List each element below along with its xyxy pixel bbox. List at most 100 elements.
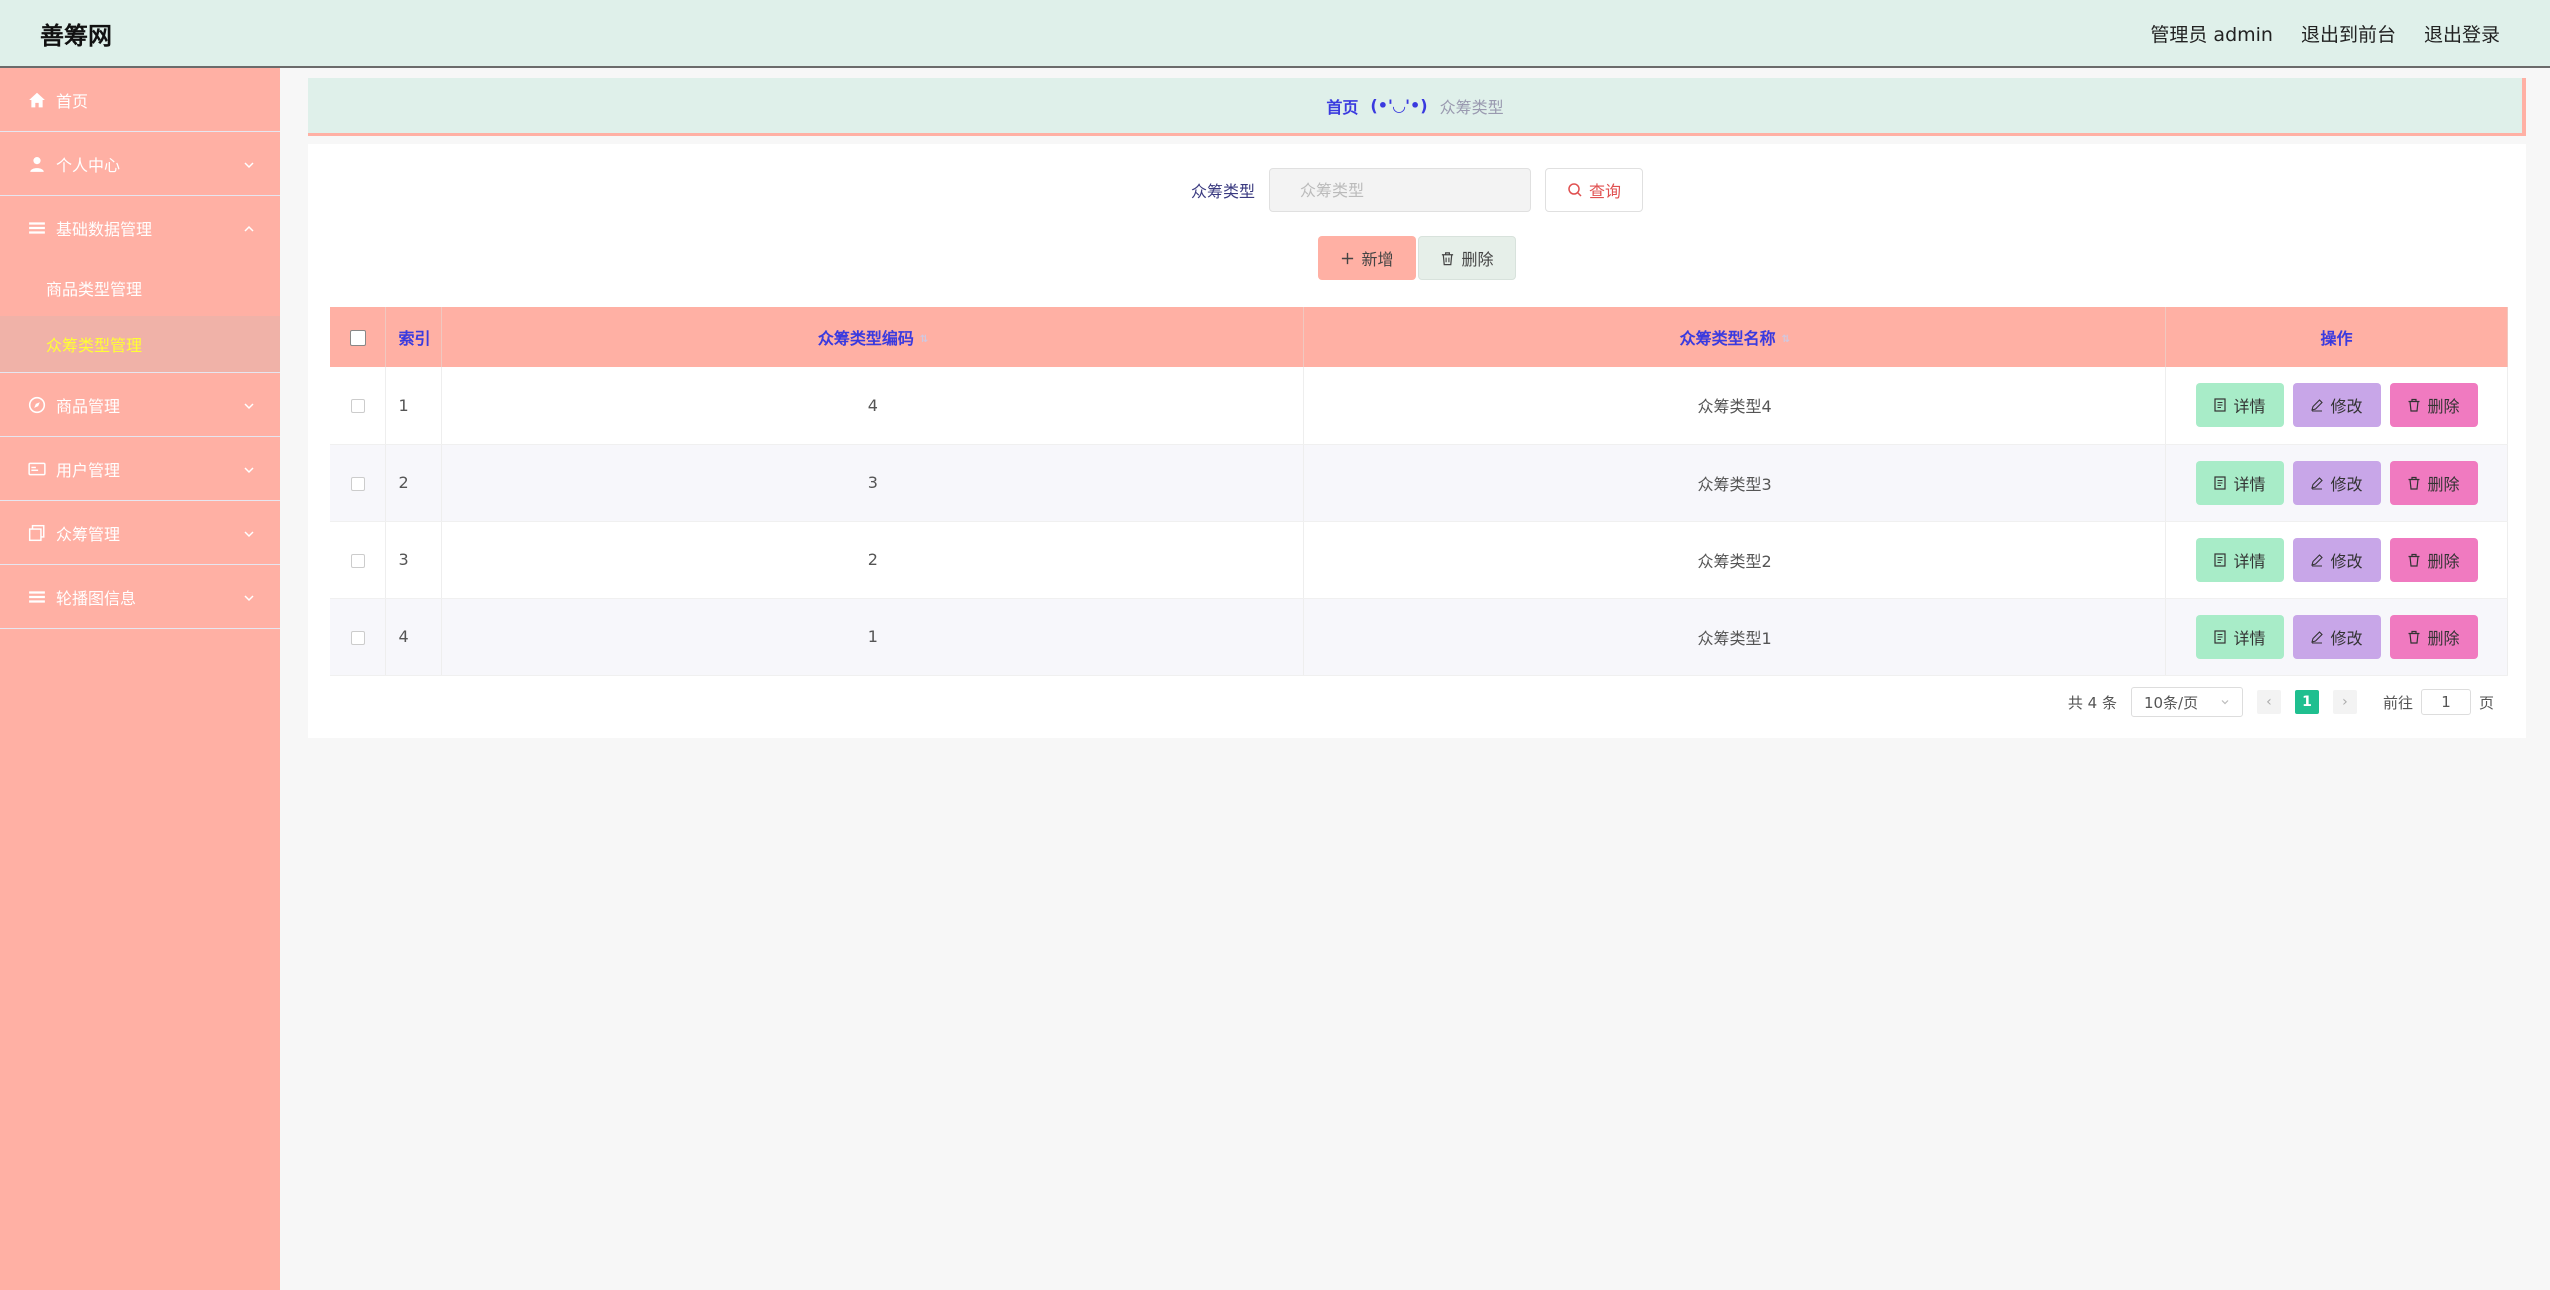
header-actions: 管理员 admin 退出到前台 退出登录 xyxy=(2150,20,2500,47)
edit-button[interactable]: 修改 xyxy=(2292,383,2381,428)
edit-label: 修改 xyxy=(2330,628,2363,648)
table-row: 1 4 众筹类型4 详情 修改 删除 xyxy=(330,367,2508,445)
row-name: 众筹类型2 xyxy=(1303,521,2166,599)
header-name[interactable]: 众筹类型名称 ⇅ xyxy=(1303,307,2166,367)
row-code: 3 xyxy=(441,444,1305,522)
breadcrumb-separator: (•'◡'•) xyxy=(1370,96,1428,115)
trash-icon xyxy=(2407,476,2421,490)
row-ops: 详情 修改 删除 xyxy=(2165,367,2508,445)
delete-button[interactable]: 删除 xyxy=(2389,383,2478,428)
chevron-down-icon xyxy=(242,157,256,171)
edit-button[interactable]: 修改 xyxy=(2292,460,2381,505)
action-row: 新增 删除 xyxy=(308,236,2526,280)
header-code[interactable]: 众筹类型编码 ⇅ xyxy=(441,307,1305,367)
page-size-select[interactable]: 10条/页 xyxy=(2130,687,2243,717)
add-button[interactable]: 新增 xyxy=(1318,236,1416,280)
row-checkbox[interactable] xyxy=(350,399,365,414)
search-icon xyxy=(1567,182,1583,198)
sidebar-item-carousel-info[interactable]: 轮播图信息 xyxy=(0,565,280,629)
row-checkbox[interactable] xyxy=(350,553,365,568)
table-row: 3 2 众筹类型2 详情 修改 删除 xyxy=(330,521,2508,599)
trash-icon xyxy=(2407,630,2421,644)
chevron-down-icon xyxy=(242,398,256,412)
trash-icon xyxy=(1440,251,1455,266)
goto-suffix: 页 xyxy=(2478,693,2494,712)
sort-icon[interactable]: ⇅ xyxy=(920,334,928,345)
sidebar-item-basic-data[interactable]: 基础数据管理 xyxy=(0,196,280,260)
document-icon xyxy=(2213,552,2227,567)
sidebar-item-label: 商品管理 xyxy=(56,396,121,416)
sidebar-item-home[interactable]: 首页 xyxy=(0,68,280,132)
sidebar-item-crowdfunding-management[interactable]: 众筹管理 xyxy=(0,501,280,565)
sidebar-item-label: 众筹管理 xyxy=(56,524,121,544)
document-icon xyxy=(2213,629,2227,644)
row-index: 2 xyxy=(385,444,443,522)
page-number-current[interactable]: 1 xyxy=(2294,690,2319,714)
brand-title: 善筹网 xyxy=(40,21,112,50)
row-ops: 详情 修改 删除 xyxy=(2165,598,2508,676)
row-index: 4 xyxy=(385,598,443,676)
row-checkbox[interactable] xyxy=(350,630,365,645)
sidebar-item-product-management[interactable]: 商品管理 xyxy=(0,373,280,437)
detail-button[interactable]: 详情 xyxy=(2195,460,2284,505)
search-label: 众筹类型 xyxy=(1190,182,1255,201)
chevron-down-icon xyxy=(242,526,256,540)
sidebar-subitem-crowdfunding-type[interactable]: 众筹类型管理 xyxy=(0,316,280,372)
search-input[interactable] xyxy=(1269,168,1531,212)
row-checkbox-cell xyxy=(330,444,387,522)
chevron-down-icon xyxy=(242,590,256,604)
edit-button[interactable]: 修改 xyxy=(2292,614,2381,659)
total-count: 共 4 条 xyxy=(2067,693,2117,712)
delete-label: 删除 xyxy=(2427,551,2460,571)
goto-page-input[interactable] xyxy=(2420,689,2471,715)
exit-to-front-link[interactable]: 退出到前台 xyxy=(2301,20,2396,47)
sidebar-subitem-product-type[interactable]: 商品类型管理 xyxy=(0,260,280,316)
compass-icon xyxy=(28,396,46,414)
delete-button[interactable]: 删除 xyxy=(2389,537,2478,582)
table-row: 2 3 众筹类型3 详情 修改 删除 xyxy=(330,444,2508,522)
page-jumper: 前往 页 xyxy=(2383,689,2494,715)
detail-label: 详情 xyxy=(2233,551,2266,571)
home-icon xyxy=(28,91,46,109)
edit-button[interactable]: 修改 xyxy=(2292,537,2381,582)
delete-button[interactable]: 删除 xyxy=(2389,614,2478,659)
user-icon xyxy=(28,155,46,173)
row-checkbox-cell xyxy=(330,367,387,445)
row-ops: 详情 修改 删除 xyxy=(2165,444,2508,522)
query-button[interactable]: 查询 xyxy=(1545,168,1643,212)
delete-label: 删除 xyxy=(2427,397,2460,417)
edit-label: 修改 xyxy=(2330,397,2363,417)
trash-icon xyxy=(2407,553,2421,567)
sidebar-item-personal-center[interactable]: 个人中心 xyxy=(0,132,280,196)
header-code-label: 众筹类型编码 xyxy=(817,329,914,348)
logout-link[interactable]: 退出登录 xyxy=(2424,20,2500,47)
plus-icon xyxy=(1340,251,1355,266)
list-icon xyxy=(28,588,46,606)
row-name: 众筹类型3 xyxy=(1303,444,2166,522)
top-header: 善筹网 管理员 admin 退出到前台 退出登录 xyxy=(0,0,2550,68)
detail-button[interactable]: 详情 xyxy=(2195,383,2284,428)
row-checkbox[interactable] xyxy=(350,476,365,491)
admin-label: 管理员 admin xyxy=(2150,23,2273,46)
sidebar-item-user-management[interactable]: 用户管理 xyxy=(0,437,280,501)
sidebar-item-label: 轮播图信息 xyxy=(56,588,137,608)
select-all-checkbox[interactable] xyxy=(349,330,366,346)
sidebar-item-label: 用户管理 xyxy=(56,460,121,480)
sort-icon[interactable]: ⇅ xyxy=(1782,334,1790,345)
chevron-up-icon xyxy=(242,221,256,235)
content-panel: 众筹类型 查询 新增 删除 xyxy=(308,144,2526,738)
next-page-button[interactable]: › xyxy=(2332,690,2357,714)
document-icon xyxy=(2213,475,2227,490)
pencil-icon xyxy=(2310,553,2324,567)
row-name: 众筹类型4 xyxy=(1303,367,2166,445)
prev-page-button[interactable]: ‹ xyxy=(2256,690,2281,714)
delete-button[interactable]: 删除 xyxy=(2389,460,2478,505)
detail-button[interactable]: 详情 xyxy=(2195,614,2284,659)
table-header-row: 索引 众筹类型编码 ⇅ 众筹类型名称 ⇅ 操作 xyxy=(330,307,2508,367)
header-index: 索引 xyxy=(385,307,443,367)
breadcrumb-home[interactable]: 首页 xyxy=(1326,94,1358,118)
batch-delete-button[interactable]: 删除 xyxy=(1418,236,1516,280)
data-table: 索引 众筹类型编码 ⇅ 众筹类型名称 ⇅ 操作 1 4 众筹类型4 详情 修改 … xyxy=(330,307,2508,676)
sidebar-item-label: 首页 xyxy=(56,91,89,111)
detail-button[interactable]: 详情 xyxy=(2195,537,2284,582)
